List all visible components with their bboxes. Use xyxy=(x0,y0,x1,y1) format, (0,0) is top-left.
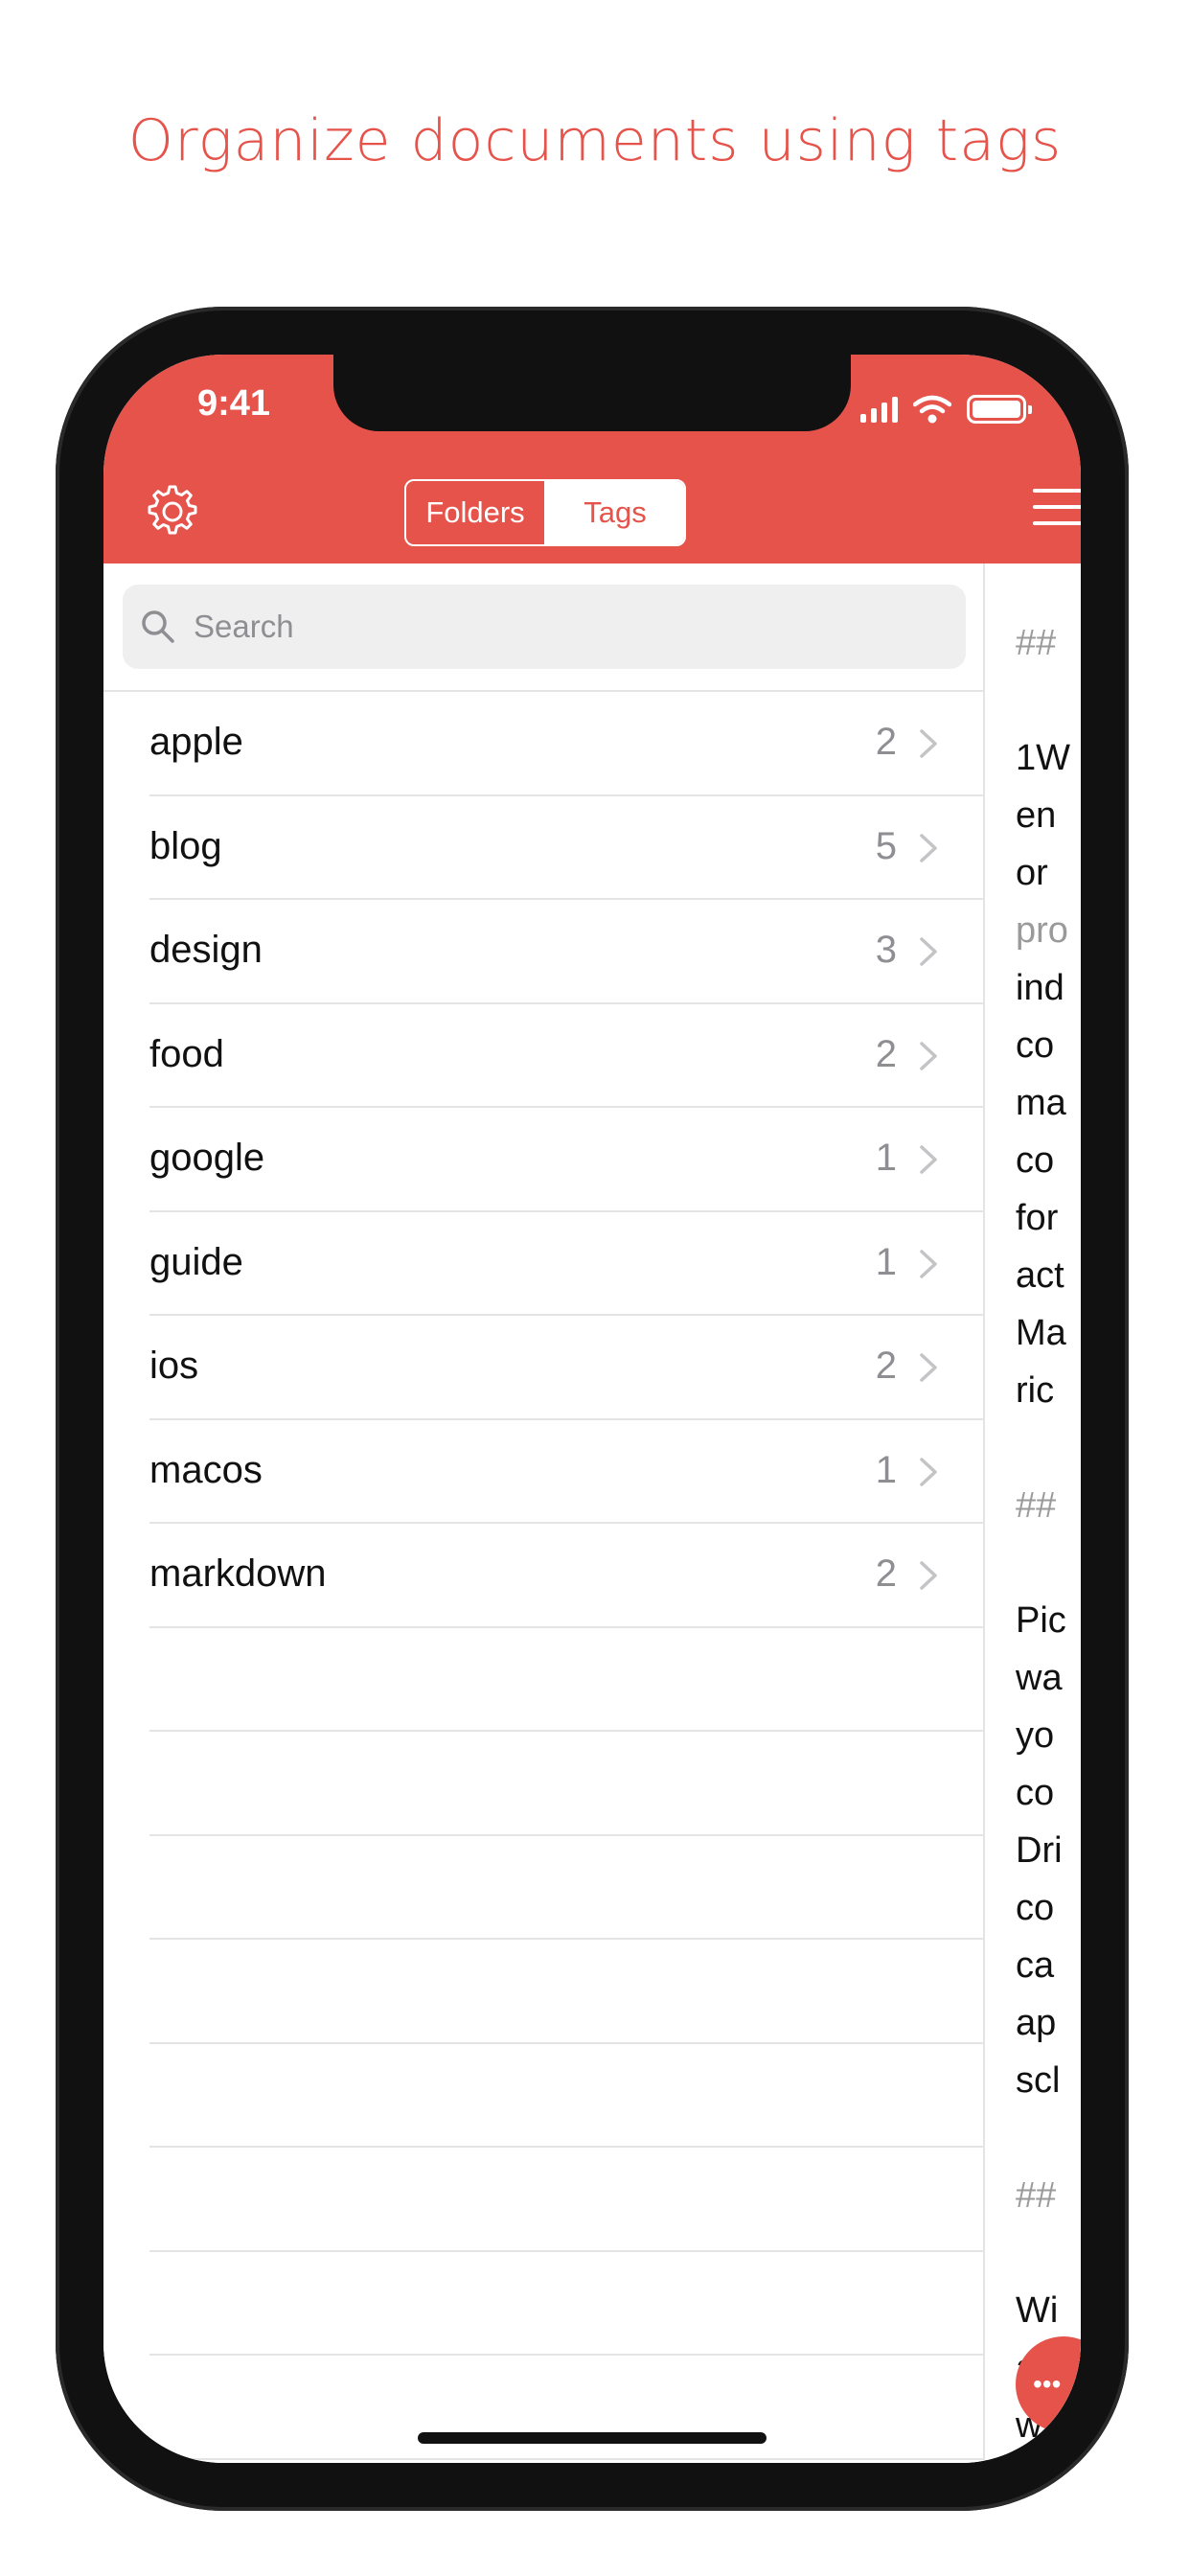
hamburger-menu-icon[interactable] xyxy=(1033,489,1081,533)
document-text-fragment: yo xyxy=(1016,1715,1055,1756)
document-text-fragment: for xyxy=(1016,1198,1059,1238)
document-text-fragment: Dri xyxy=(1016,1830,1063,1871)
document-text-fragment: ap xyxy=(1016,2003,1057,2043)
document-text-fragment: ma xyxy=(1016,1083,1066,1123)
tag-list: apple 2 blog 5 design 3 food 2 google 1 guide 1 ios 2… xyxy=(103,690,985,2460)
chevron-right-icon xyxy=(920,1353,937,1382)
app-screen: 9:41 Folders Tags Search apple 2 blog 5 … xyxy=(103,355,1081,2463)
tag-row[interactable]: apple 2 xyxy=(149,692,985,796)
search-input[interactable]: Search xyxy=(123,585,966,669)
document-text-fragment: co xyxy=(1016,1773,1055,1813)
tag-row[interactable]: ios 2 xyxy=(149,1316,985,1420)
tag-count: 3 xyxy=(875,929,897,971)
document-text-fragment: co xyxy=(1016,1888,1055,1928)
document-text-fragment: co xyxy=(1016,1025,1055,1066)
folders-tags-segmented-control: Folders Tags xyxy=(404,479,686,546)
tag-name: food xyxy=(149,1032,224,1075)
document-text-fragment: ric xyxy=(1016,1370,1055,1411)
tag-count: 1 xyxy=(875,1240,897,1283)
empty-row xyxy=(149,2356,985,2460)
tag-row[interactable]: markdown 2 xyxy=(149,1524,985,1628)
tag-count: 2 xyxy=(875,721,897,763)
chevron-right-icon xyxy=(920,833,937,862)
segment-tags[interactable]: Tags xyxy=(546,481,684,544)
tag-count: 2 xyxy=(875,1345,897,1387)
document-text-fragment: ind xyxy=(1016,968,1064,1008)
tag-name: guide xyxy=(149,1240,243,1283)
ellipsis-icon: ••• xyxy=(1033,2369,1062,2399)
document-preview-pane[interactable]: wanWi##sclapcacoDricoyowaPic##ricMaactfo… xyxy=(987,564,1081,2463)
tag-count: 2 xyxy=(875,1552,897,1595)
document-text-fragment: Wi xyxy=(1016,2290,1059,2331)
tag-name: markdown xyxy=(149,1552,327,1595)
empty-row xyxy=(149,1628,985,1732)
document-text-fragment: or xyxy=(1016,853,1048,893)
status-time: 9:41 xyxy=(197,383,271,424)
tag-name: design xyxy=(149,929,263,971)
document-text-fragment: ## xyxy=(1016,623,1057,663)
phone-frame: 9:41 Folders Tags Search apple 2 blog 5 … xyxy=(56,307,1129,2511)
empty-row xyxy=(149,1940,985,2044)
chevron-right-icon xyxy=(920,729,937,758)
document-text-fragment: pro xyxy=(1016,910,1068,951)
tag-count: 1 xyxy=(875,1137,897,1179)
empty-row xyxy=(149,2252,985,2356)
tag-row[interactable]: design 3 xyxy=(149,900,985,1004)
document-text-fragment: ## xyxy=(1016,1485,1057,1526)
tag-row[interactable]: guide 1 xyxy=(149,1212,985,1316)
document-text-fragment: en xyxy=(1016,795,1057,836)
signal-icon xyxy=(860,396,898,423)
status-icons xyxy=(860,393,1032,426)
tag-name: ios xyxy=(149,1345,199,1387)
wifi-icon xyxy=(913,395,951,424)
gear-icon[interactable] xyxy=(144,483,201,540)
empty-row xyxy=(149,1836,985,1940)
document-text-fragment: act xyxy=(1016,1255,1064,1296)
empty-row xyxy=(149,2044,985,2148)
tag-name: apple xyxy=(149,721,243,763)
tag-row[interactable]: food 2 xyxy=(149,1004,985,1108)
search-icon xyxy=(142,610,174,643)
document-text-fragment: wa xyxy=(1016,1658,1063,1698)
empty-row xyxy=(149,2148,985,2252)
tags-list-pane: Search apple 2 blog 5 design 3 food 2 google 1 gui… xyxy=(103,564,985,2463)
chevron-right-icon xyxy=(920,937,937,966)
tag-count: 1 xyxy=(875,1448,897,1491)
document-text-fragment: co xyxy=(1016,1140,1055,1181)
document-text-fragment: 1W xyxy=(1016,738,1070,778)
tag-name: blog xyxy=(149,824,222,867)
document-text-fragment: ca xyxy=(1016,1945,1055,1986)
chevron-right-icon xyxy=(920,1145,937,1174)
chevron-right-icon xyxy=(920,1249,937,1278)
tag-name: google xyxy=(149,1137,265,1179)
chevron-right-icon xyxy=(920,1561,937,1590)
tag-row[interactable]: blog 5 xyxy=(149,796,985,900)
battery-icon xyxy=(967,395,1032,424)
tag-row[interactable]: google 1 xyxy=(149,1108,985,1212)
chevron-right-icon xyxy=(920,1457,937,1486)
tag-name: macos xyxy=(149,1448,263,1491)
search-placeholder: Search xyxy=(194,609,294,644)
document-text-fragment: Pic xyxy=(1016,1600,1066,1641)
tag-count: 5 xyxy=(875,824,897,867)
home-indicator xyxy=(418,2432,767,2444)
phone-notch xyxy=(333,355,851,431)
page-headline: Organize documents using tags xyxy=(127,107,1063,174)
tag-row[interactable]: macos 1 xyxy=(149,1420,985,1524)
segment-folders[interactable]: Folders xyxy=(406,481,546,544)
empty-row xyxy=(149,1732,985,1836)
document-text-fragment: ## xyxy=(1016,2175,1057,2216)
document-text-fragment: Ma xyxy=(1016,1313,1066,1353)
document-text-fragment: scl xyxy=(1016,2060,1061,2101)
tag-count: 2 xyxy=(875,1032,897,1075)
chevron-right-icon xyxy=(920,1041,937,1070)
